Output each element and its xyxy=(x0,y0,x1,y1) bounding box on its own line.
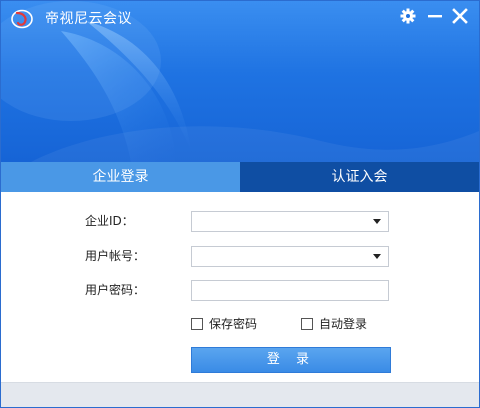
close-icon xyxy=(449,5,471,27)
minimize-icon xyxy=(424,5,446,27)
close-button[interactable] xyxy=(449,5,471,27)
minimize-button[interactable] xyxy=(424,5,446,27)
footer-bar xyxy=(1,382,479,407)
auto-login-label: 自动登录 xyxy=(319,317,368,331)
tab-auth-join[interactable]: 认证入会 xyxy=(240,162,479,192)
chevron-down-icon[interactable] xyxy=(373,254,381,259)
app-logo-icon xyxy=(11,9,33,29)
password-input[interactable] xyxy=(194,282,388,299)
enterprise-id-label: 企业ID： xyxy=(85,214,134,228)
tab-enterprise-login[interactable]: 企业登录 xyxy=(1,162,240,192)
header-banner: 帝视尼云会议 xyxy=(1,1,479,162)
login-button[interactable]: 登 录 xyxy=(191,347,391,373)
auto-login-checkbox[interactable]: 自动登录 xyxy=(301,315,367,332)
window-title: 帝视尼云会议 xyxy=(45,11,132,27)
account-label: 用户帐号： xyxy=(85,249,146,263)
account-input[interactable] xyxy=(194,248,370,265)
save-password-box[interactable] xyxy=(191,317,203,330)
save-password-checkbox[interactable]: 保存密码 xyxy=(191,315,257,332)
auto-login-box[interactable] xyxy=(301,317,313,330)
enterprise-id-combobox[interactable] xyxy=(191,211,389,232)
gear-icon xyxy=(397,5,419,27)
settings-button[interactable] xyxy=(397,5,419,27)
enterprise-id-input[interactable] xyxy=(194,213,370,230)
password-field[interactable] xyxy=(191,280,389,301)
chevron-down-icon[interactable] xyxy=(373,219,381,224)
account-combobox[interactable] xyxy=(191,246,389,267)
password-label: 用户密码： xyxy=(85,283,146,297)
login-window: 帝视尼云会议 企业登录 认证入会 企业ID： 用户帐号： 用户密码： 保存密码 … xyxy=(0,0,480,408)
login-form: 企业ID： 用户帐号： 用户密码： 保存密码 自动登录 登 录 xyxy=(1,192,479,382)
login-tabs: 企业登录 认证入会 xyxy=(1,162,479,192)
save-password-label: 保存密码 xyxy=(209,317,258,331)
